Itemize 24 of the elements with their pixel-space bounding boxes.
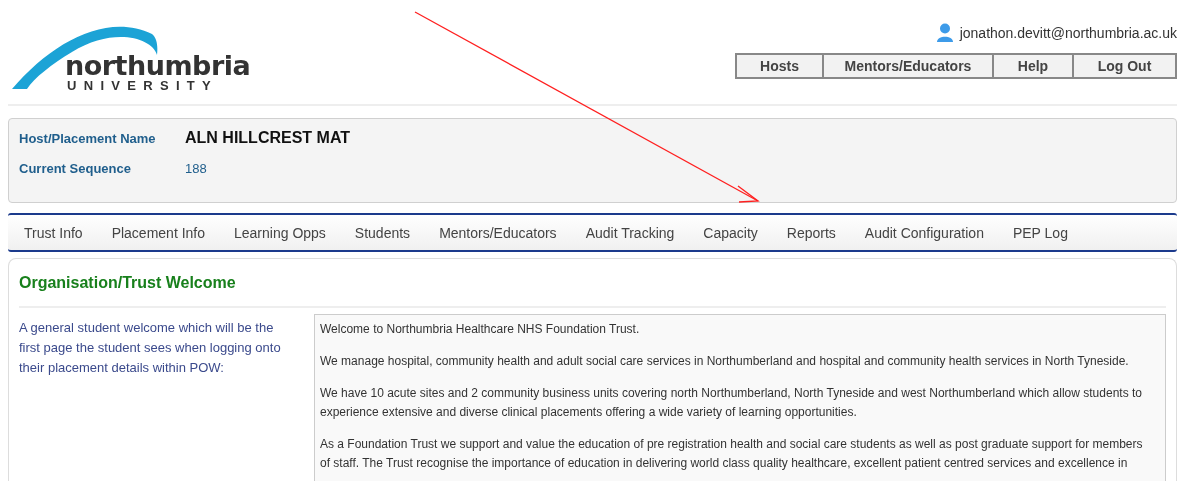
logo-subtitle: UNIVERSITY bbox=[67, 78, 218, 93]
nav-tab[interactable]: Placement Info bbox=[101, 215, 219, 250]
placement-name: ALN HILLCREST MAT bbox=[185, 129, 351, 147]
nav-tab[interactable]: Reports bbox=[776, 215, 850, 250]
description-text: A general student welcome which will be the first page the student sees when logging onto their placement details within POW: bbox=[19, 319, 282, 377]
user-email: jonathon.devitt@northumbria.ac.uk bbox=[959, 25, 1177, 41]
field-label: Current Sequence bbox=[19, 161, 132, 176]
nav-tab[interactable]: Capacity bbox=[693, 215, 772, 250]
nav-tab[interactable]: Audit Configuration bbox=[854, 215, 998, 250]
section-heading: Organisation/Trust Welcome bbox=[19, 259, 1166, 308]
nav-tab[interactable]: Trust Info bbox=[14, 215, 97, 250]
nav-tab[interactable]: Students bbox=[344, 215, 425, 250]
field-value: 188 bbox=[185, 161, 208, 176]
nav-button[interactable]: Mentors/Educators bbox=[823, 53, 993, 79]
logo-wordmark: northumbria bbox=[65, 50, 251, 81]
nav-button[interactable]: Log Out bbox=[1073, 53, 1177, 79]
nav-tab[interactable]: Audit Tracking bbox=[575, 215, 689, 250]
welcome-text-area[interactable]: Welcome to Northumbria Healthcare NHS Foundation Trust. We manage hospital, community health and adult social care services in Northumberland and hospital and community health services in North Tyneside. We have 10 acute sites and 2 community business units covering north Northumberland, North Tyneside and west Northumberland which allow students to experience extensive and diverse clinical placements offering a wide variety of learning opportunities. As a Foundation Trust we support and value the education of pre registration health and social care students as well as post graduate support for members of staff. The Trust recognise the importance of education in delivering world class quality healthcare, excellent patient centred services and excellence in bbox=[314, 314, 1166, 481]
nav-tab[interactable]: Mentors/Educators bbox=[429, 215, 571, 250]
nav-button[interactable]: Help bbox=[993, 53, 1073, 79]
nav-tab[interactable]: Learning Opps bbox=[224, 215, 340, 250]
nav-tab[interactable]: PEP Log bbox=[1002, 215, 1082, 250]
nav-button[interactable]: Hosts bbox=[735, 53, 823, 79]
field-label: Host/Placement Name bbox=[19, 130, 157, 146]
